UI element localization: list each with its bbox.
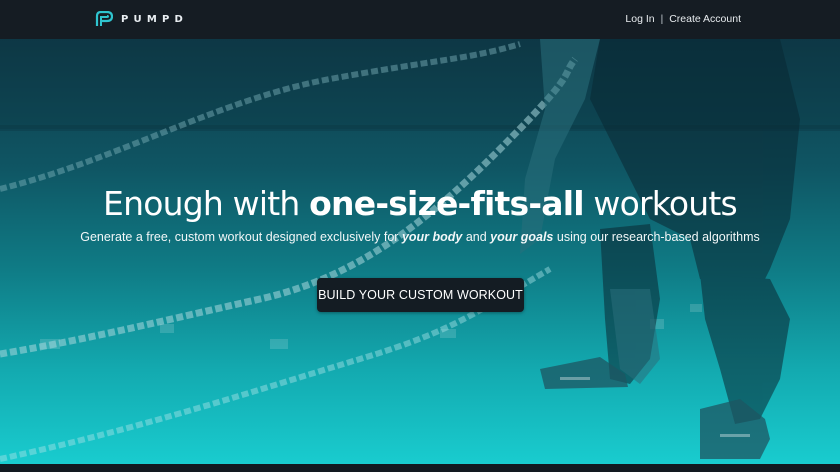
hero-subheadline: Generate a free, custom workout designed… [0, 229, 840, 245]
login-link[interactable]: Log In [625, 13, 654, 25]
brand-name: PUMPD [121, 13, 189, 25]
hero-headline: Enough with one-size-fits-all workouts [0, 184, 840, 224]
pumpd-logo-icon [95, 11, 113, 26]
subheadline-end: using our research-based algorithms [553, 230, 760, 244]
top-navbar: PUMPD Log In | Create Account [0, 0, 840, 39]
footer-strip [0, 464, 840, 472]
subheadline-middle: and [462, 230, 491, 244]
battle-ropes-athlete-photo [0, 39, 840, 462]
nav-separator: | [660, 13, 664, 25]
headline-end: workouts [583, 184, 737, 223]
subheadline-emphasis-body: your body [401, 230, 463, 244]
subheadline-start: Generate a free, custom workout designed… [80, 230, 402, 244]
headline-start: Enough with [103, 184, 310, 223]
account-nav: Log In | Create Account [625, 13, 741, 25]
hero-section: Enough with one-size-fits-all workouts G… [0, 39, 840, 464]
build-workout-button[interactable]: BUILD YOUR CUSTOM WORKOUT [317, 278, 524, 312]
create-account-link[interactable]: Create Account [669, 13, 741, 25]
headline-emphasis: one-size-fits-all [309, 184, 584, 223]
brand-logo[interactable]: PUMPD [95, 11, 188, 27]
subheadline-emphasis-goals: your goals [490, 230, 554, 244]
hero-text: Enough with one-size-fits-all workouts G… [0, 184, 840, 245]
